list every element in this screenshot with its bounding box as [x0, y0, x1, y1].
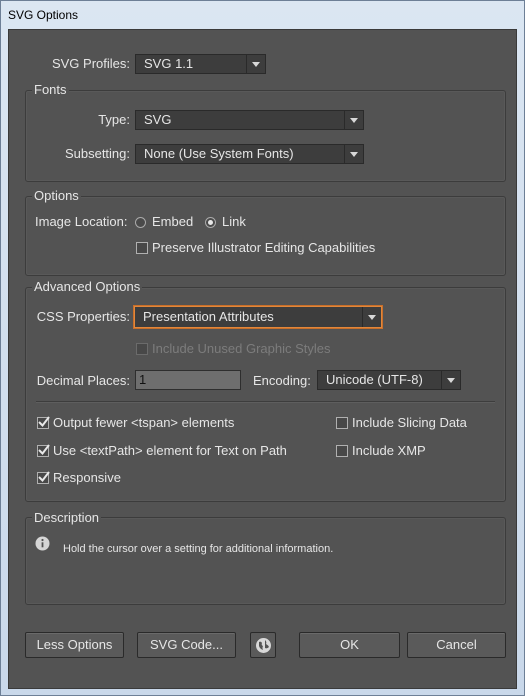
advanced-options-title: Advanced Options	[32, 279, 143, 294]
check-icon	[38, 444, 50, 456]
link-label[interactable]: Link	[222, 214, 246, 229]
link-radio[interactable]	[205, 217, 216, 228]
description-title: Description	[32, 510, 102, 525]
dropdown-arrow-icon	[246, 55, 265, 73]
css-properties-select[interactable]: Presentation Attributes	[134, 306, 382, 328]
window-title: SVG Options	[8, 8, 79, 22]
less-options-button[interactable]: Less Options	[25, 632, 124, 658]
xmp-checkbox[interactable]	[336, 445, 348, 457]
fewer-tspan-label[interactable]: Output fewer <tspan> elements	[53, 415, 234, 430]
fonts-group-title: Fonts	[32, 82, 69, 97]
svg-code-button[interactable]: SVG Code...	[137, 632, 236, 658]
decimal-places-label: Decimal Places:	[36, 373, 130, 388]
check-icon	[38, 471, 50, 483]
ok-button[interactable]: OK	[299, 632, 400, 658]
dialog-window: SVG Options SVG Profiles: SVG 1.1 Fonts …	[0, 0, 525, 696]
info-icon	[35, 536, 50, 554]
css-properties-value: Presentation Attributes	[143, 309, 274, 324]
unused-styles-checkbox[interactable]	[136, 343, 148, 355]
preserve-checkbox[interactable]	[136, 242, 148, 254]
css-properties-label: CSS Properties:	[36, 309, 130, 324]
options-group	[25, 196, 506, 276]
divider	[36, 401, 495, 403]
font-type-value: SVG	[144, 112, 172, 127]
dialog-body: SVG Profiles: SVG 1.1 Fonts Type: SVG Su…	[8, 29, 517, 689]
slicing-data-checkbox[interactable]	[336, 417, 348, 429]
font-type-label: Type:	[98, 112, 130, 127]
encoding-label: Encoding:	[253, 373, 311, 388]
globe-icon[interactable]	[250, 632, 276, 658]
responsive-checkbox[interactable]	[37, 471, 50, 484]
textpath-label[interactable]: Use <textPath> element for Text on Path	[53, 443, 287, 458]
radio-selected-dot	[208, 220, 213, 225]
preserve-label[interactable]: Preserve Illustrator Editing Capabilitie…	[152, 240, 375, 255]
dropdown-arrow-icon	[344, 111, 363, 129]
fewer-tspan-checkbox[interactable]	[37, 416, 50, 429]
embed-label[interactable]: Embed	[152, 214, 193, 229]
slicing-data-label[interactable]: Include Slicing Data	[352, 415, 467, 430]
unused-styles-label: Include Unused Graphic Styles	[152, 341, 331, 356]
fonts-group	[25, 90, 506, 182]
dropdown-arrow-icon	[344, 145, 363, 163]
encoding-select[interactable]: Unicode (UTF-8)	[317, 370, 461, 390]
description-group	[25, 517, 506, 605]
cancel-button[interactable]: Cancel	[407, 632, 506, 658]
svg-profiles-select[interactable]: SVG 1.1	[135, 54, 266, 74]
svg-profiles-value: SVG 1.1	[144, 56, 194, 71]
subsetting-select[interactable]: None (Use System Fonts)	[135, 144, 364, 164]
image-location-label: Image Location:	[35, 214, 128, 229]
dropdown-arrow-icon	[441, 371, 460, 389]
check-icon	[38, 416, 50, 428]
svg-profiles-label: SVG Profiles:	[51, 56, 130, 71]
decimal-places-input[interactable]: 1	[135, 370, 241, 390]
font-type-select[interactable]: SVG	[135, 110, 364, 130]
textpath-checkbox[interactable]	[37, 444, 50, 457]
dropdown-arrow-icon	[362, 307, 381, 327]
description-text: Hold the cursor over a setting for addit…	[63, 543, 334, 555]
subsetting-value: None (Use System Fonts)	[144, 146, 294, 161]
subsetting-label: Subsetting:	[64, 146, 130, 161]
options-group-title: Options	[32, 188, 81, 203]
xmp-label[interactable]: Include XMP	[352, 443, 426, 458]
encoding-value: Unicode (UTF-8)	[326, 372, 423, 387]
embed-radio[interactable]	[135, 217, 146, 228]
responsive-label[interactable]: Responsive	[53, 470, 121, 485]
